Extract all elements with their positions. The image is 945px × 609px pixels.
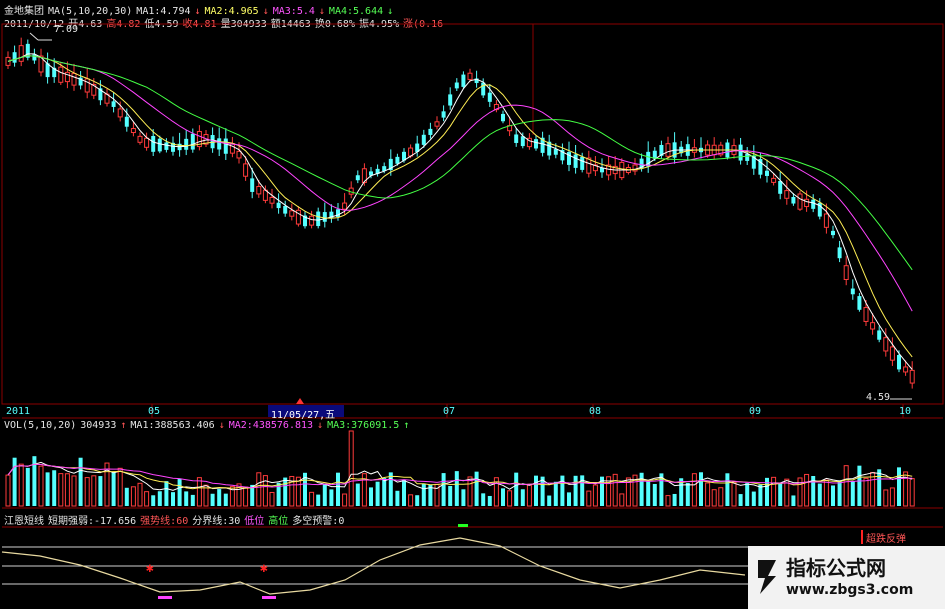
short-strength: 短期强弱:-17.656 <box>48 516 137 527</box>
moving-average-lines <box>7 53 913 370</box>
vol-ma2: MA2:438576.813 <box>228 420 314 431</box>
divider-line: 分界线:30 <box>192 516 241 527</box>
logo-icon <box>758 560 776 594</box>
axis-label-07: 07 <box>443 406 456 417</box>
high-level: 高位 <box>268 516 289 527</box>
vol-value: 304933 <box>80 420 117 431</box>
axis-label-05: 05 <box>148 406 161 417</box>
cursor-marker-icon <box>296 398 304 404</box>
candlestick-series <box>5 37 915 389</box>
volume-header: VOL(5,10,20) 304933 ↑ MA1:388563.406 ↓ MA2:43… <box>4 420 410 431</box>
watermark-title: 指标公式网 <box>786 556 886 580</box>
axis-label-2011: 2011 <box>6 406 31 417</box>
vol-ma1: MA1:388563.406 <box>130 420 215 431</box>
watermark: 指标公式网 www.zbgs3.com <box>748 546 945 609</box>
strong-line: 强势线:60 <box>140 516 189 527</box>
rebound-flag-icon <box>861 530 863 544</box>
indicator-header: 江恩短线 短期强弱:-17.656 强势线:60 分界线:30 低位 高位 多空预警:0 <box>4 512 348 527</box>
rebound-label: 超跌反弹 <box>866 534 906 545</box>
vol-ma3: MA3:376091.5 <box>327 420 400 431</box>
high-signal-marker <box>458 524 468 527</box>
cursor-date: 11/05/27,五 <box>271 410 336 421</box>
star-icon-2: ✱ <box>260 561 268 576</box>
indicator-name: 江恩短线 <box>4 516 44 527</box>
axis-label-09: 09 <box>749 406 762 417</box>
low-signal-marker-2 <box>262 596 276 599</box>
axis-label-08: 08 <box>589 406 602 417</box>
star-icon-1: ✱ <box>146 561 154 576</box>
axis-label-10: 10 <box>899 406 912 417</box>
watermark-url: www.zbgs3.com <box>786 582 914 598</box>
vol-label: VOL(5,10,20) <box>4 420 77 431</box>
low-signal-marker-1 <box>158 596 172 599</box>
price-high-mark: 7.09 <box>54 24 79 35</box>
volume-bars <box>5 430 915 507</box>
low-level: 低位 <box>244 516 265 527</box>
bull-bear-signal: 多空预警:0 <box>292 516 345 527</box>
price-low-mark: 4.59 <box>866 392 891 403</box>
